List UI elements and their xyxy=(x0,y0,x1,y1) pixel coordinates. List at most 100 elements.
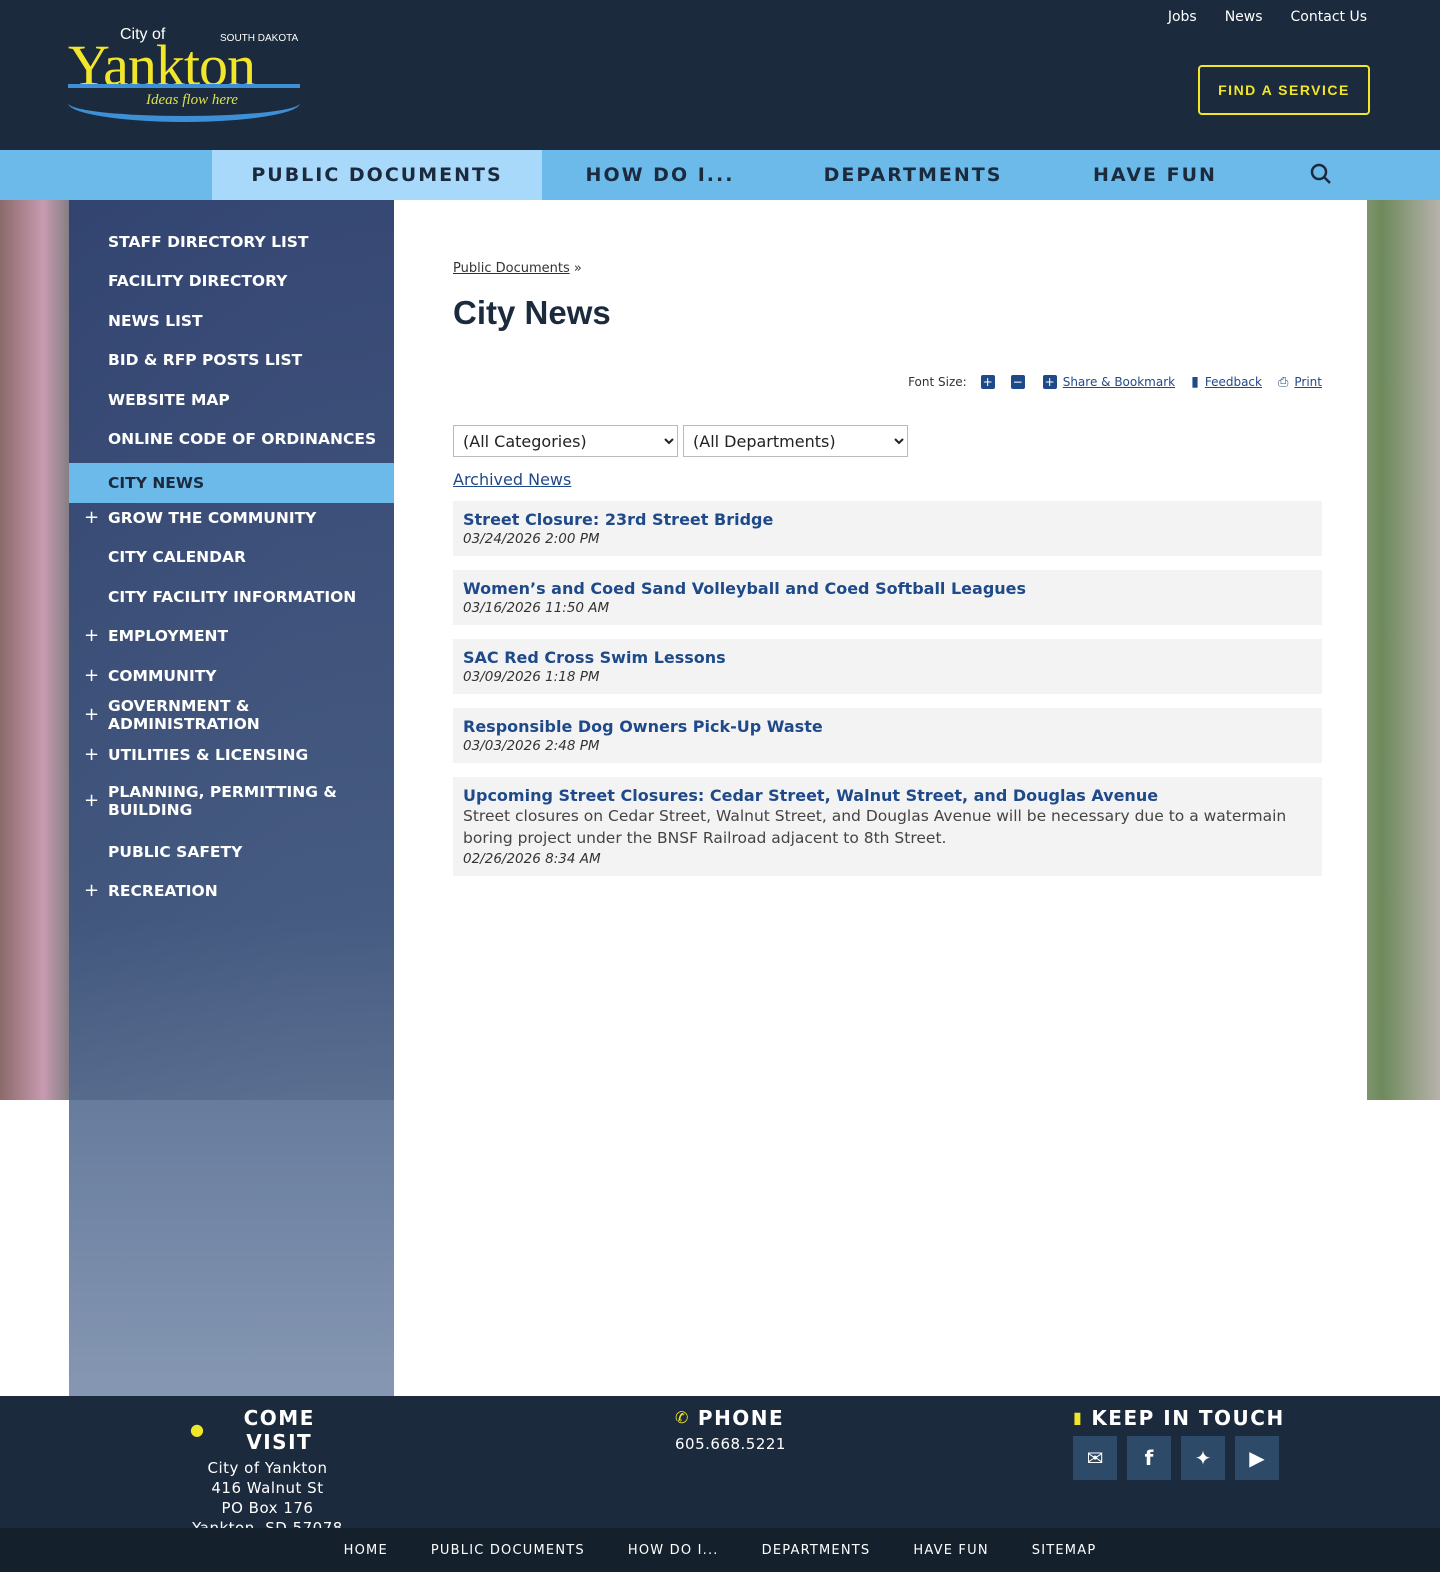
nav-public-documents[interactable]: PUBLIC DOCUMENTS xyxy=(212,150,542,200)
sidebar-item-label: PLANNING, PERMITTING & BUILDING xyxy=(108,783,337,819)
news-date: 02/26/2026 8:34 AM xyxy=(463,851,601,867)
expand-plus-icon[interactable]: + xyxy=(84,627,99,645)
footer-link[interactable]: DEPARTMENTS xyxy=(762,1543,871,1558)
sidebar-nav: STAFF DIRECTORY LIST FACILITY DIRECTORY NE… xyxy=(69,200,394,1396)
sidebar-item[interactable]: + COMMUNITY xyxy=(69,661,394,691)
twitter-icon[interactable]: ✦ xyxy=(1181,1436,1225,1480)
share-icon: + xyxy=(1042,375,1057,389)
nav-how-do-i[interactable]: HOW DO I... xyxy=(542,150,778,200)
main-content: Public Documents » City News Font Size: … xyxy=(394,200,1367,1396)
footer: ● COME VISIT City of Yankton 416 Walnut St… xyxy=(0,1396,1440,1537)
sidebar-item[interactable]: + GROW THE COMMUNITY xyxy=(69,503,394,533)
jobs-link[interactable]: Jobs xyxy=(1168,9,1197,25)
expand-plus-icon[interactable]: + xyxy=(84,706,99,724)
sidebar-item[interactable]: + EMPLOYMENT xyxy=(69,621,394,651)
font-decrease-icon[interactable]: − xyxy=(1010,375,1025,389)
sidebar-item[interactable]: + RECREATION xyxy=(69,876,394,906)
category-select[interactable]: (All Categories) xyxy=(453,425,678,457)
sidebar-item[interactable]: ONLINE CODE OF ORDINANCES xyxy=(69,424,394,454)
sidebar-item[interactable]: + PLANNING, PERMITTING & BUILDING xyxy=(69,779,394,823)
expand-plus-icon[interactable]: + xyxy=(84,667,99,685)
find-a-service-button[interactable]: FIND A SERVICE xyxy=(1198,65,1370,115)
news-item: SAC Red Cross Swim Lessons 03/09/2026 1:1… xyxy=(453,639,1322,694)
sidebar-item-label: BID & RFP POSTS LIST xyxy=(108,351,303,369)
font-increase-icon[interactable]: + xyxy=(980,375,995,389)
sidebar-item-label: UTILITIES & LICENSING xyxy=(108,746,309,764)
sidebar-item[interactable]: CITY CALENDAR xyxy=(69,542,394,572)
main-nav: PUBLIC DOCUMENTS HOW DO I... DEPARTMENTS… xyxy=(0,150,1440,200)
news-date: 03/24/2026 2:00 PM xyxy=(463,531,600,547)
sidebar-item-label: RECREATION xyxy=(108,882,218,900)
footer-link[interactable]: HOME xyxy=(344,1543,388,1558)
news-title-link[interactable]: Women’s and Coed Sand Volleyball and Coe… xyxy=(463,579,1312,598)
youtube-icon[interactable]: ▶ xyxy=(1235,1436,1279,1480)
news-link[interactable]: News xyxy=(1225,9,1263,25)
bookmark-icon: ▮ xyxy=(1073,1408,1084,1427)
news-date: 03/03/2026 2:48 PM xyxy=(463,738,600,754)
sidebar-item-label: CITY NEWS xyxy=(108,474,205,492)
search-icon[interactable] xyxy=(1310,163,1332,185)
news-item: Upcoming Street Closures: Cedar Street, … xyxy=(453,777,1322,876)
expand-plus-icon[interactable]: + xyxy=(84,509,99,527)
news-summary: Street closures on Cedar Street, Walnut … xyxy=(463,807,1287,847)
sidebar-item[interactable]: WEBSITE MAP xyxy=(69,385,394,415)
sidebar-item-label: GOVERNMENT & ADMINISTRATION xyxy=(108,697,260,733)
email-icon[interactable]: ✉ xyxy=(1073,1436,1117,1480)
sidebar-item[interactable]: CITY NEWS xyxy=(69,463,394,503)
news-title-link[interactable]: Responsible Dog Owners Pick-Up Waste xyxy=(463,717,1312,736)
share-bookmark-link[interactable]: Share & Bookmark xyxy=(1063,375,1175,389)
page-title: City News xyxy=(453,294,611,331)
sidebar-item[interactable]: PUBLIC SAFETY xyxy=(69,837,394,867)
city-logo[interactable]: Yankton City of SOUTH DAKOTA Ideas flow … xyxy=(68,26,300,124)
footer-link[interactable]: PUBLIC DOCUMENTS xyxy=(431,1543,585,1558)
footer-link[interactable]: SITEMAP xyxy=(1032,1543,1097,1558)
feedback-link[interactable]: Feedback xyxy=(1205,375,1262,389)
sidebar-item-label: CITY FACILITY INFORMATION xyxy=(108,588,357,606)
footer-bottom-nav: HOME PUBLIC DOCUMENTS HOW DO I... DEPARTMEN… xyxy=(0,1528,1440,1572)
news-item: Street Closure: 23rd Street Bridge 03/24/… xyxy=(453,501,1322,556)
utility-links: Jobs News Contact Us xyxy=(1168,9,1367,25)
sidebar-item[interactable]: FACILITY DIRECTORY xyxy=(69,266,394,296)
print-icon: ⎙ xyxy=(1277,374,1289,390)
sidebar-item-label: FACILITY DIRECTORY xyxy=(108,272,288,290)
nav-departments[interactable]: DEPARTMENTS xyxy=(800,150,1026,200)
footer-link[interactable]: HOW DO I... xyxy=(628,1543,719,1558)
news-date: 03/09/2026 1:18 PM xyxy=(463,669,600,685)
contact-us-link[interactable]: Contact Us xyxy=(1291,9,1367,25)
sidebar-item-label: CITY CALENDAR xyxy=(108,548,246,566)
department-select[interactable]: (All Departments) xyxy=(683,425,908,457)
expand-plus-icon[interactable]: + xyxy=(84,792,99,810)
sidebar-item[interactable]: NEWS LIST xyxy=(69,306,394,336)
print-link[interactable]: Print xyxy=(1294,375,1322,389)
facebook-icon[interactable]: f xyxy=(1127,1436,1171,1480)
news-item: Responsible Dog Owners Pick-Up Waste 03/0… xyxy=(453,708,1322,763)
sidebar-item[interactable]: STAFF DIRECTORY LIST xyxy=(69,227,394,257)
map-pin-icon: ● xyxy=(190,1420,206,1439)
sidebar-item-label: WEBSITE MAP xyxy=(108,391,230,409)
phone-number[interactable]: 605.668.5221 xyxy=(675,1434,786,1454)
sidebar-item-label: COMMUNITY xyxy=(108,667,217,685)
footer-phone: ✆ PHONE 605.668.5221 xyxy=(675,1406,786,1454)
footer-keep-in-touch: ▮ KEEP IN TOUCH ✉ f ✦ ▶ xyxy=(1073,1406,1285,1480)
sidebar-item-label: GROW THE COMMUNITY xyxy=(108,509,317,527)
archived-news-link[interactable]: Archived News xyxy=(453,470,571,489)
sidebar-item[interactable]: + UTILITIES & LICENSING xyxy=(69,740,394,770)
news-title-link[interactable]: Upcoming Street Closures: Cedar Street, … xyxy=(463,786,1312,805)
sidebar-item-label: STAFF DIRECTORY LIST xyxy=(108,233,309,251)
sidebar-item[interactable]: BID & RFP POSTS LIST xyxy=(69,345,394,375)
footer-link[interactable]: HAVE FUN xyxy=(913,1543,988,1558)
sidebar-item[interactable]: CITY FACILITY INFORMATION xyxy=(69,582,394,612)
news-title-link[interactable]: Street Closure: 23rd Street Bridge xyxy=(463,510,1312,529)
nav-have-fun[interactable]: HAVE FUN xyxy=(1060,150,1250,200)
sidebar-item-label: EMPLOYMENT xyxy=(108,627,229,645)
phone-icon: ✆ xyxy=(675,1408,690,1427)
breadcrumb-public-documents[interactable]: Public Documents xyxy=(453,261,570,276)
expand-plus-icon[interactable]: + xyxy=(84,746,99,764)
sidebar-item[interactable]: + GOVERNMENT & ADMINISTRATION xyxy=(69,697,394,733)
expand-plus-icon[interactable]: + xyxy=(84,882,99,900)
feedback-icon: ▮ xyxy=(1191,374,1199,390)
breadcrumb: Public Documents » xyxy=(453,261,582,276)
sidebar-item-label: ONLINE CODE OF ORDINANCES xyxy=(108,430,377,448)
sidebar-item-label: NEWS LIST xyxy=(108,312,203,330)
news-title-link[interactable]: SAC Red Cross Swim Lessons xyxy=(463,648,1312,667)
